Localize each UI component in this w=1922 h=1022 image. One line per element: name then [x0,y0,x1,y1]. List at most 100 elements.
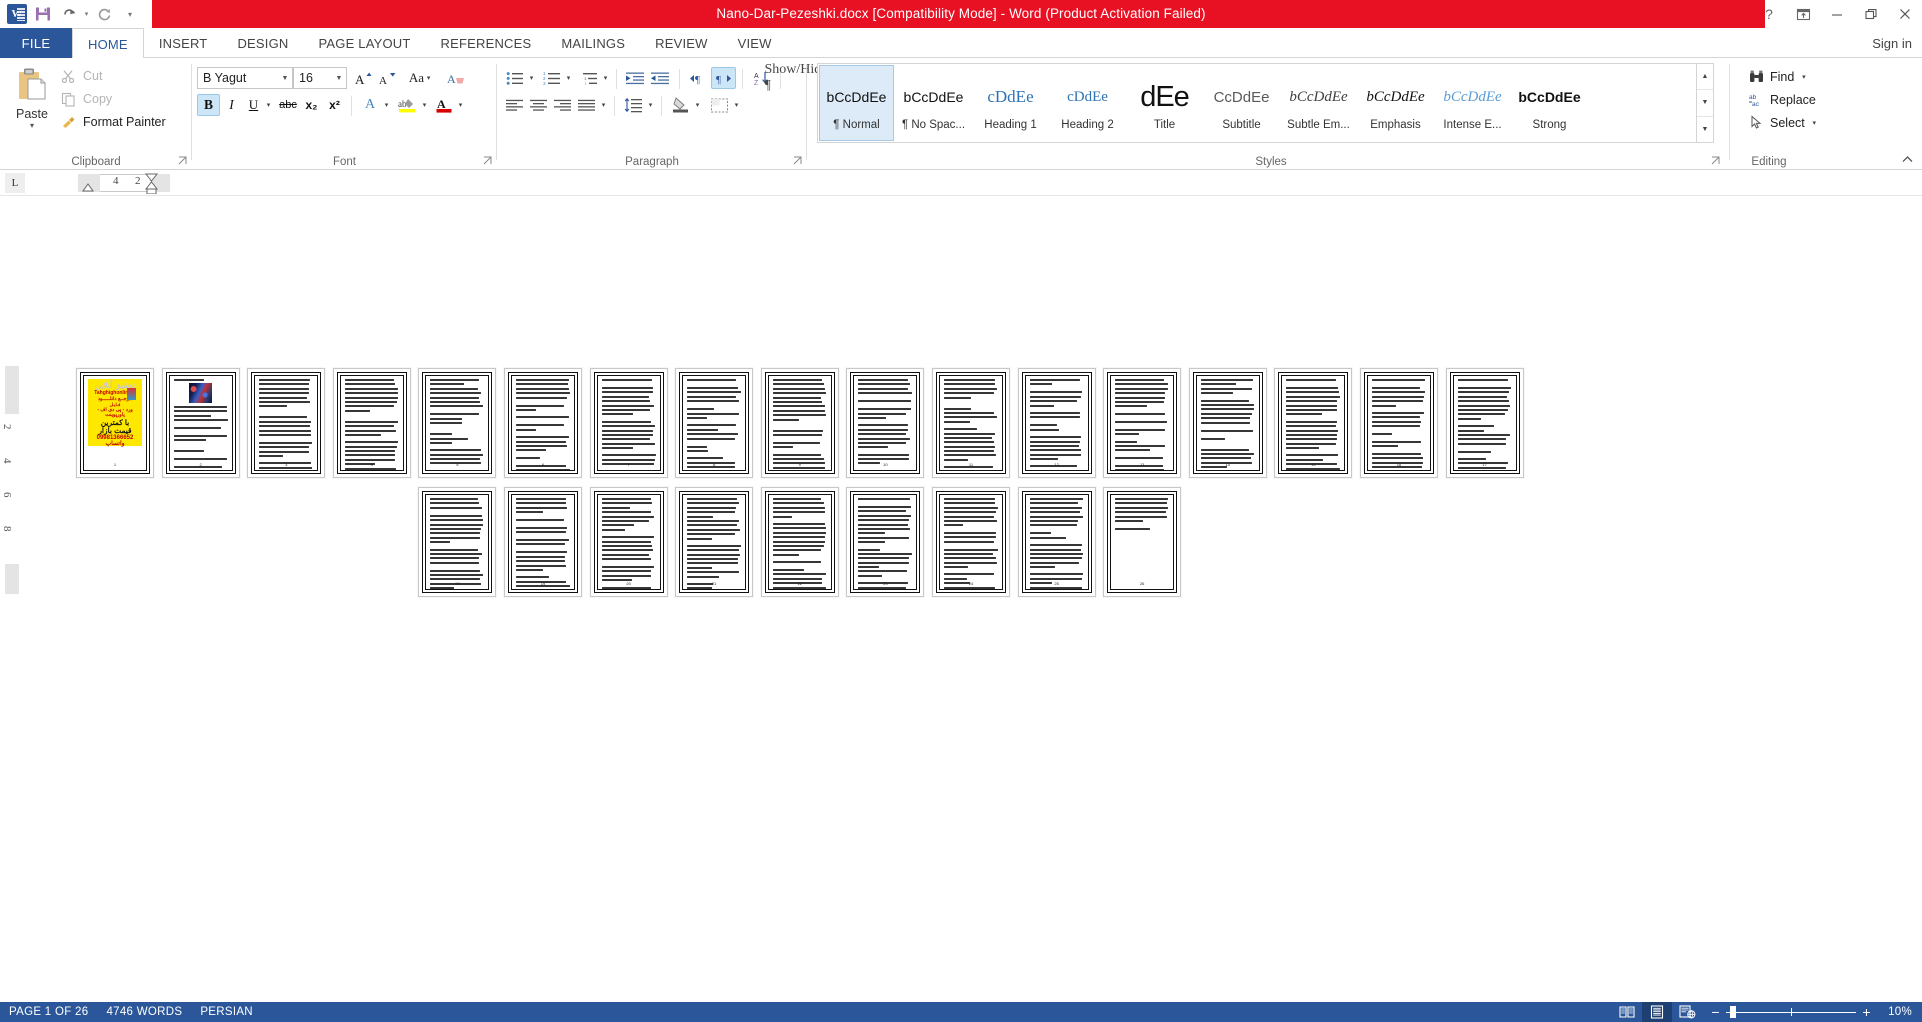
align-center-button[interactable] [527,94,551,116]
page-thumbnail[interactable]: 8 [675,368,754,478]
tab-home[interactable]: HOME [72,28,144,59]
page-thumbnail[interactable]: 4 [332,368,411,478]
clipboard-dialog-launcher[interactable] [178,156,189,167]
justify-button[interactable] [575,94,599,116]
page-thumbnail[interactable]: 11 [932,368,1010,478]
page-thumbnail[interactable]: 14 [1188,368,1267,478]
tab-stop-selector[interactable]: L [5,173,25,193]
web-layout-button[interactable] [1672,1002,1702,1022]
tab-mailings[interactable]: MAILINGS [546,28,640,58]
multilevel-dropdown-icon[interactable]: ▾ [601,67,610,89]
line-spacing-button[interactable] [621,94,646,116]
page-thumbnail[interactable]: 17 [1445,368,1524,478]
shading-dropdown-icon[interactable]: ▾ [693,94,702,116]
save-icon[interactable] [30,1,56,27]
numbering-button[interactable]: 1 2 3 [540,67,564,89]
paste-button[interactable]: Paste ▾ [8,64,56,150]
paste-dropdown-icon[interactable]: ▾ [30,122,34,130]
minimize-icon[interactable] [1820,0,1854,28]
style-normal[interactable]: bCcDdEe ¶ Normal [819,65,894,141]
styles-gallery-scroll[interactable]: ▲ ▼ ▼ [1697,63,1714,143]
borders-button[interactable] [707,94,732,116]
format-painter-button[interactable]: Format Painter [60,112,166,132]
justify-dropdown-icon[interactable]: ▾ [599,94,608,116]
style-emphasis[interactable]: bCcDdEe Emphasis [1358,65,1433,141]
style-strong[interactable]: bCcDdEe Strong [1512,65,1587,141]
text-effects-dropdown-icon[interactable]: ▾ [382,94,391,116]
find-button[interactable]: Find ▾ [1748,66,1808,87]
word-count[interactable]: 4746 WORDS [97,1002,191,1022]
text-highlight-color-button[interactable]: ab [394,94,420,116]
zoom-out-button[interactable]: − [1710,1004,1721,1020]
page-thumbnail[interactable]: 9 [760,368,839,478]
subscript-button[interactable]: x₂ [300,94,323,116]
page-thumbnail[interactable]: 2 [161,368,240,478]
paragraph-dialog-launcher[interactable] [793,156,804,167]
bullets-button[interactable] [503,67,527,89]
tab-file[interactable]: FILE [0,28,72,58]
find-dropdown-icon[interactable]: ▾ [1799,73,1808,81]
page-thumbnail[interactable]: 24 [932,487,1010,597]
multilevel-list-button[interactable]: 1 i [577,67,601,89]
style-heading-2[interactable]: cDdEe Heading 2 [1050,65,1125,141]
page-thumbnail[interactable]: 26 [1103,487,1182,597]
ruler-body[interactable] [100,174,150,192]
zoom-slider-handle[interactable] [1730,1006,1737,1018]
select-dropdown-icon[interactable]: ▾ [1810,119,1819,127]
change-case-button[interactable]: Aa ▾ [404,67,438,89]
zoom-slider[interactable]: − + [1702,1002,1880,1022]
highlight-dropdown-icon[interactable]: ▾ [420,94,429,116]
collapse-ribbon-icon[interactable] [1899,151,1915,167]
redo-icon[interactable] [91,1,117,27]
text-effects-button[interactable]: A [358,94,382,116]
borders-dropdown-icon[interactable]: ▾ [732,94,741,116]
style-title[interactable]: dEe Title [1127,65,1202,141]
style-subtitle[interactable]: CcDdEe Subtitle [1204,65,1279,141]
language-indicator[interactable]: PERSIAN [191,1002,262,1022]
word-app-icon[interactable]: W [4,1,30,27]
restore-icon[interactable] [1854,0,1888,28]
font-color-button[interactable]: A [432,94,456,116]
page-thumbnail[interactable]: 7 [589,368,668,478]
page-indicator[interactable]: PAGE 1 OF 26 [0,1002,97,1022]
strikethrough-button[interactable]: abc [276,94,300,116]
line-spacing-dropdown-icon[interactable]: ▾ [646,94,655,116]
font-name-dropdown-icon[interactable]: ▼ [278,75,292,82]
copy-button[interactable]: Copy [60,89,112,109]
show-formatting-marks-button[interactable]: Show/Hide ¶ [765,62,828,93]
page-thumbnail[interactable]: 12 [1017,368,1096,478]
underline-button[interactable]: U [243,94,264,116]
page-thumbnail[interactable]: 6 [504,368,582,478]
align-left-button[interactable] [503,94,527,116]
font-dialog-launcher[interactable] [483,156,494,167]
zoom-level-label[interactable]: 10% [1880,1006,1922,1018]
numbering-dropdown-icon[interactable]: ▾ [564,67,573,89]
page-thumbnail[interactable]: 20 [589,487,668,597]
page-thumbnail[interactable]: 23 [846,487,925,597]
page-thumbnail[interactable]: 16 [1360,368,1438,478]
zoom-track[interactable] [1726,1002,1857,1022]
page-thumbnail[interactable]: 5 [418,368,497,478]
clear-formatting-button[interactable]: A [444,67,470,89]
align-right-button[interactable] [551,94,575,116]
page-thumbnail[interactable]: 25 [1017,487,1096,597]
font-color-dropdown-icon[interactable]: ▾ [456,94,465,116]
style-intense-emphasis[interactable]: bCcDdEe Intense E... [1435,65,1510,141]
tab-insert[interactable]: INSERT [144,28,223,58]
font-size-input[interactable]: 16 ▼ [293,67,347,89]
page-thumbnail[interactable]: 22 [760,487,839,597]
decrease-indent-button[interactable] [623,67,648,89]
page-thumbnail[interactable]: 21 [675,487,754,597]
shading-button[interactable] [668,94,693,116]
style-heading-1[interactable]: cDdEe Heading 1 [973,65,1048,141]
undo-icon[interactable] [56,1,82,27]
page-thumbnail[interactable]: 19 [504,487,582,597]
grow-font-button[interactable]: A [351,67,375,89]
sign-in-link[interactable]: Sign in [1872,28,1912,58]
font-size-dropdown-icon[interactable]: ▼ [332,75,346,82]
document-canvas[interactable]: 2 4 6 8 تحقیق آنلاین Tahghighonline.ir مرج… [0,196,1922,1002]
page-thumbnail[interactable]: 15 [1274,368,1353,478]
shrink-font-button[interactable]: A [375,67,399,89]
bold-button[interactable]: B [197,94,220,116]
font-name-input[interactable]: B Yagut ▼ [197,67,293,89]
